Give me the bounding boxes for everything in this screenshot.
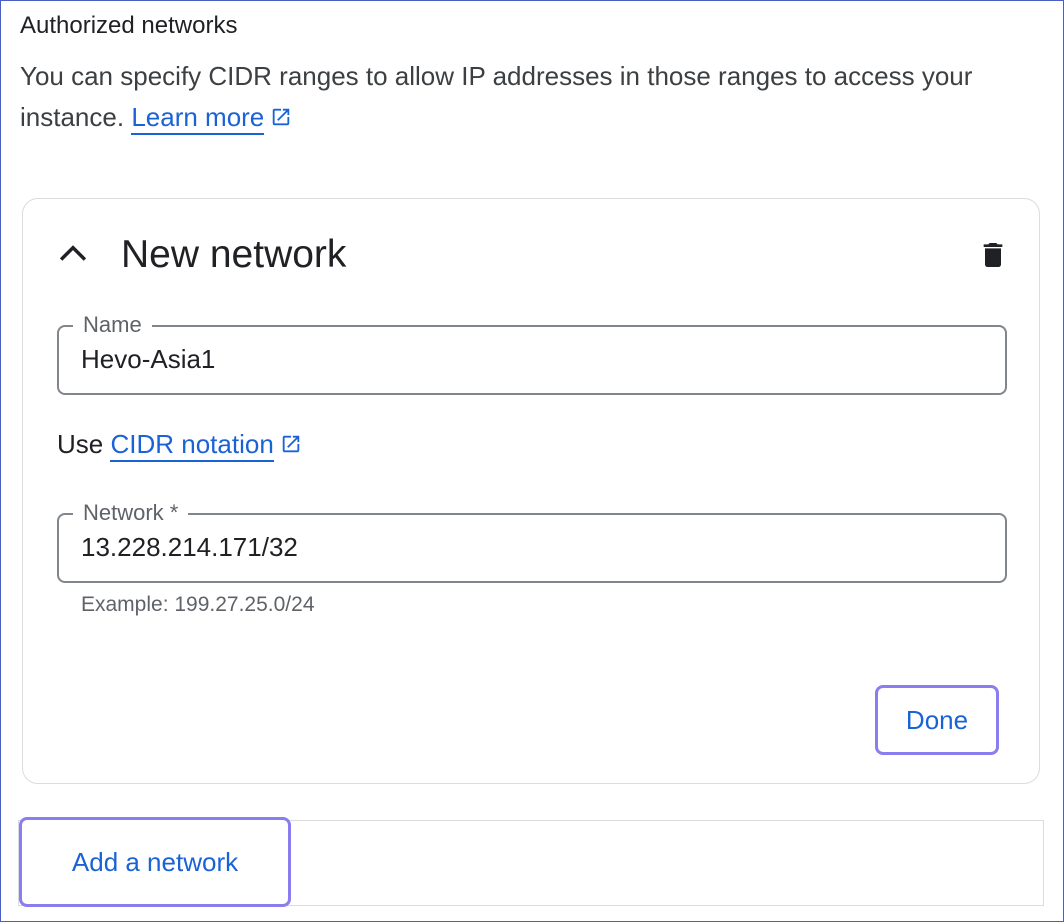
done-button[interactable]: Done <box>875 685 999 755</box>
add-network-row: Add a network <box>18 817 1044 907</box>
section-description: You can specify CIDR ranges to allow IP … <box>20 56 1050 138</box>
cidr-notation-link[interactable]: CIDR notation <box>110 429 274 462</box>
cidr-prefix: Use <box>57 429 104 459</box>
learn-more-label: Learn more <box>131 102 265 132</box>
network-field[interactable]: Network * <box>57 499 1007 583</box>
open-in-new-icon <box>273 108 290 126</box>
cidr-link-label: CIDR notation <box>110 429 274 459</box>
name-input[interactable] <box>81 339 981 379</box>
name-field[interactable]: Name <box>57 311 1007 395</box>
network-field-label: Network * <box>73 499 189 527</box>
card-title: New network <box>121 233 347 276</box>
cidr-hint-line: Use CIDR notation <box>57 429 302 462</box>
learn-more-link[interactable]: Learn more <box>131 102 265 135</box>
add-network-button[interactable]: Add a network <box>19 817 291 907</box>
name-field-label: Name <box>73 311 152 339</box>
chevron-up-icon[interactable] <box>57 237 89 269</box>
new-network-card: New network Name Use CIDR notation Netwo… <box>22 198 1040 784</box>
trash-icon[interactable] <box>977 239 1009 271</box>
section-title: Authorized networks <box>20 12 238 39</box>
open-in-new-icon <box>282 435 300 453</box>
network-example-hint: Example: 199.27.25.0/24 <box>81 593 315 616</box>
network-input[interactable] <box>81 527 981 567</box>
